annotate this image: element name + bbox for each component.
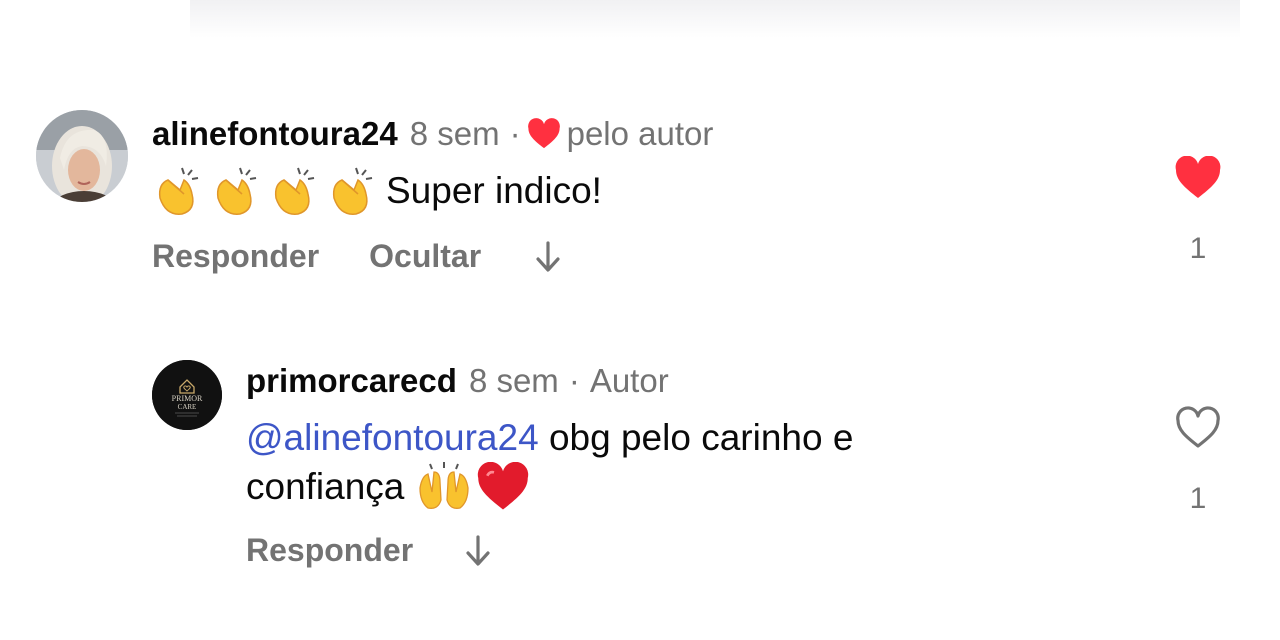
comment-text-line2: confiança: [246, 462, 530, 512]
like-button-outline-icon[interactable]: [1174, 406, 1222, 450]
author-label: Autor: [589, 362, 669, 399]
comment-body-line2: confiança: [246, 466, 405, 507]
comment-body: Super indico!: [386, 170, 602, 211]
separator-dot: ·: [568, 362, 580, 399]
username[interactable]: primorcarecd: [246, 361, 457, 401]
username[interactable]: alinefontoura24: [152, 114, 398, 154]
like-count[interactable]: 1: [1178, 232, 1218, 266]
timestamp: 8 sem: [468, 362, 559, 399]
liked-by-author-label: pelo autor: [566, 115, 714, 152]
avatar[interactable]: PRIMOR CARE: [152, 360, 222, 430]
comment-meta: primorcarecd 8 sem · Autor: [246, 361, 669, 401]
primor-care-logo: PRIMOR CARE: [152, 360, 222, 430]
comment-actions: Responder Ocultar: [152, 238, 563, 275]
hide-button[interactable]: Ocultar: [369, 238, 481, 275]
logo-text-care: CARE: [178, 403, 197, 411]
comment-text: Super indico!: [154, 164, 602, 218]
heart-filled-icon: [527, 118, 560, 149]
separator-dot: ·: [509, 115, 521, 152]
comment-actions: Responder: [246, 532, 493, 569]
like-button-filled-icon[interactable]: [1174, 156, 1222, 200]
reply-button[interactable]: Responder: [246, 532, 413, 569]
translate-arrow-icon[interactable]: [533, 239, 563, 275]
avatar[interactable]: [36, 110, 128, 202]
red-heart-emoji: [478, 462, 529, 510]
comment-text: @alinefontoura24 obg pelo carinho e: [246, 414, 853, 462]
comment-meta: alinefontoura24 8 sem · pelo autor: [152, 114, 713, 154]
logo-text-primor: PRIMOR: [172, 394, 203, 403]
mention-link[interactable]: @alinefontoura24: [246, 417, 539, 458]
reply-button[interactable]: Responder: [152, 238, 319, 275]
avatar-photo: [36, 110, 128, 202]
raising-hands-emoji: [419, 462, 470, 509]
clapping-hands-emoji: [154, 164, 386, 218]
timestamp: 8 sem: [409, 115, 500, 152]
like-count[interactable]: 1: [1178, 482, 1218, 516]
previous-content-shadow: [190, 0, 1240, 38]
comment-body-line1: obg pelo carinho e: [548, 417, 854, 458]
translate-arrow-icon[interactable]: [463, 533, 493, 569]
